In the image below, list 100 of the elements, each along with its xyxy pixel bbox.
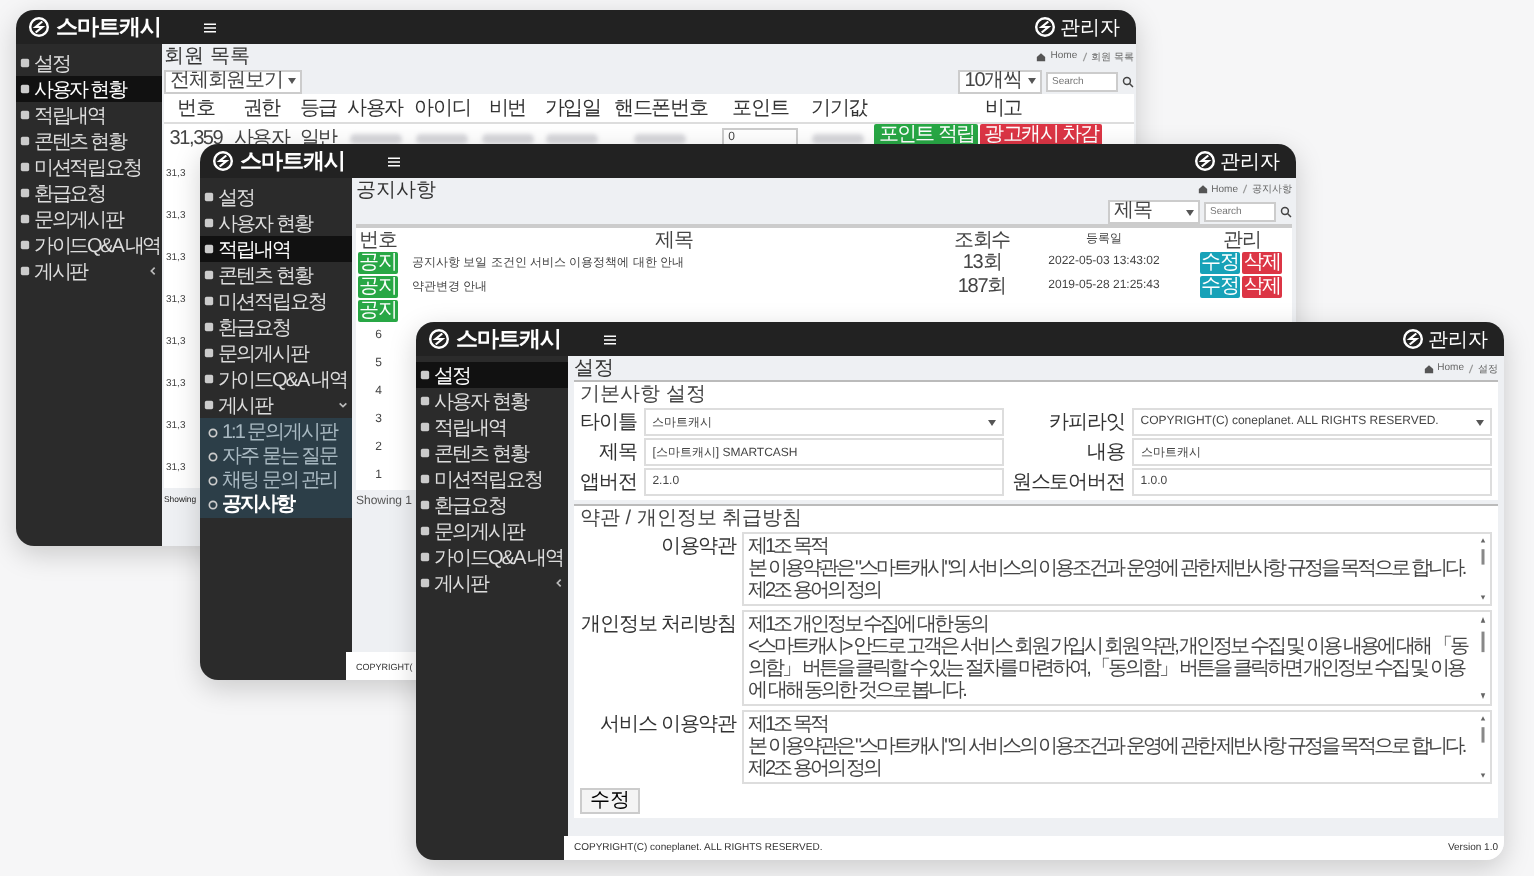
sidebar-item[interactable]: 적립내역 (200, 236, 352, 262)
column-header: 비번 (475, 94, 539, 123)
text-paragraph: 제2조 용어의 정의 (748, 580, 883, 602)
sidebar-item[interactable]: 사용자 현황 (200, 210, 352, 236)
admin-label[interactable]: 관리자 (1428, 325, 1488, 353)
scrollbar-icon (1480, 714, 1486, 780)
blurred-text (812, 133, 865, 143)
sidebar-item[interactable]: 설정 (416, 362, 568, 388)
admin-logo-icon (1194, 150, 1216, 172)
sidebar-item[interactable]: 게시판 (200, 392, 352, 418)
menu-icon[interactable] (388, 155, 400, 167)
sidebar-item[interactable]: 가이드Q&A 내역 (200, 366, 352, 392)
logo-icon (212, 150, 234, 172)
field-label: 제목 (596, 440, 637, 466)
square-icon (420, 552, 430, 562)
save-button[interactable]: 수정 (580, 788, 640, 814)
sidebar-item[interactable]: 가이드Q&A 내역 (416, 544, 568, 570)
caret-icon (1186, 209, 1194, 215)
text-paragraph: <스마트캐시> 안드로 고객은 서비스 회원 가입시 회원 약관, 개인정보 수집 및 이용 내용에 대해 「동의함」 버튼을 클릭할 수 있는 절차를 마련하여, 「동의함」 버튼을 클릭하면 개인정보 수집 및 이용에 대해 동의한 것으로 봅니다. (748, 636, 1470, 702)
sidebar-item[interactable]: 적립내역 (416, 414, 568, 440)
blurred-text (634, 133, 687, 143)
admin-logo-icon (1034, 16, 1056, 38)
column-header: 등급 (295, 94, 342, 123)
sidebar-item[interactable]: 환급요청 (200, 314, 352, 340)
section-heading: 기본사항 설정 (580, 384, 708, 408)
square-icon (204, 400, 214, 410)
page-title: 설정 (574, 356, 614, 382)
field-label: 이용약관 (658, 534, 736, 562)
scrollbar-icon (1480, 614, 1486, 702)
search-type-select[interactable]: 제목 (1108, 200, 1200, 224)
sidebar-item[interactable]: 환급요청 (16, 180, 162, 206)
square-icon (20, 84, 30, 94)
page-size-select[interactable]: 10개씩 (958, 69, 1042, 93)
admin-logo-icon (1402, 328, 1424, 350)
admin-label[interactable]: 관리자 (1060, 13, 1120, 41)
square-icon (20, 266, 30, 276)
submenu-item[interactable]: 1:1 문의게시판 (200, 420, 352, 444)
sidebar-item[interactable]: 게시판 (16, 258, 162, 284)
home-icon (1197, 184, 1208, 194)
home-icon (1036, 51, 1047, 61)
circle-icon (208, 475, 218, 485)
square-icon (20, 136, 30, 146)
menu-icon[interactable] (604, 333, 616, 345)
text-area[interactable]: 제1조 목적 본 이용약관은 "스마트캐시"의 서비스의 이용조건과 운영에 관한 제반사항 규정을 목적으로 합니다. 제2조 용어의 정의 (742, 710, 1492, 784)
column-header: 제목 (653, 227, 695, 253)
action-button[interactable]: 삭제 (1242, 251, 1283, 273)
sidebar-item[interactable]: 미션적립요청 (416, 466, 568, 492)
sidebar-item[interactable]: 미션적립요청 (200, 288, 352, 314)
column-header: 번호 (357, 227, 399, 253)
sidebar-item[interactable]: 문의게시판 (200, 340, 352, 366)
sidebar-item[interactable]: 사용자 현황 (416, 388, 568, 414)
search-icon[interactable] (1122, 75, 1134, 87)
page-title: 회원 목록 (164, 44, 250, 70)
sidebar-item[interactable]: 콘텐츠 현황 (16, 128, 162, 154)
home-icon (1423, 363, 1434, 373)
section-heading: 약관 / 개인정보 취급방침 (580, 508, 805, 532)
circle-icon (208, 427, 218, 437)
sidebar-item[interactable]: 문의게시판 (16, 206, 162, 232)
circle-icon (208, 451, 218, 461)
column-header: 기기값 (805, 94, 873, 123)
sidebar-item[interactable]: 환급요청 (416, 492, 568, 518)
square-icon (204, 192, 214, 202)
app-logo-text: 스마트캐시 (240, 148, 345, 176)
caret-icon (1476, 419, 1484, 425)
column-header: 조회수 (951, 227, 1013, 253)
field-label: 내용 (1084, 440, 1125, 466)
sidebar-item[interactable]: 적립내역 (16, 102, 162, 128)
action-button[interactable]: 삭제 (1242, 275, 1283, 297)
submenu-item[interactable]: 공지사항 (200, 492, 352, 516)
sidebar-item[interactable]: 게시판 (416, 570, 568, 596)
text-paragraph: 제1조 목적 (748, 536, 829, 558)
text-area[interactable]: 제1조 목적 본 이용약관은 "스마트캐시"의 서비스의 이용조건과 운영에 관한 제반사항 규정을 목적으로 합니다. 제2조 용어의 정의 (742, 532, 1492, 606)
square-icon (420, 500, 430, 510)
member-filter-select[interactable]: 전체회원보기 (164, 69, 303, 93)
sidebar-item[interactable]: 콘텐츠 현황 (416, 440, 568, 466)
column-header: 핸드폰번호 (606, 94, 716, 123)
separator-icon (1242, 184, 1248, 194)
blurred-text (416, 133, 469, 143)
square-icon (204, 270, 214, 280)
notice-badge: 공지 (357, 299, 399, 321)
sidebar-item[interactable]: 설정 (16, 50, 162, 76)
caret-icon (1028, 78, 1036, 84)
circle-icon (208, 499, 218, 509)
sidebar-item[interactable]: 설정 (200, 184, 352, 210)
sidebar-item[interactable]: 가이드Q&A 내역 (16, 232, 162, 258)
search-icon[interactable] (1280, 206, 1292, 218)
submenu-item[interactable]: 채팅 문의 관리 (200, 468, 352, 492)
table-cell-text: 187회 (955, 274, 1009, 300)
admin-label[interactable]: 관리자 (1220, 147, 1280, 175)
sidebar-item[interactable]: 문의게시판 (416, 518, 568, 544)
sidebar-item[interactable]: 콘텐츠 현황 (200, 262, 352, 288)
submenu-item[interactable]: 자주 묻는 질문 (200, 444, 352, 468)
sidebar-item[interactable]: 사용자 현황 (16, 76, 162, 102)
text-area[interactable]: 제1조 개인정보 수집에 대한 동의 <스마트캐시> 안드로 고객은 서비스 회원 가입시 회원 약관, 개인정보 수집 및 이용 내용에 대해 「동의함」 버튼을 클릭할 수 있는 절차를 마련하여, 「동의함」 버튼을 클릭하면 개인정보 수집 및 이용에 대해 동의한 것으로 봅니다. (742, 610, 1492, 706)
text-paragraph: 본 이용약관은 "스마트캐시"의 서비스의 이용조건과 운영에 관한 제반사항 규정을 목적으로 합니다. (748, 736, 1468, 758)
menu-icon[interactable] (204, 21, 216, 33)
text-paragraph: 제2조 용어의 정의 (748, 758, 883, 780)
sidebar-item[interactable]: 미션적립요청 (16, 154, 162, 180)
square-icon (204, 218, 214, 228)
field-label: 개인정보 처리방침 (580, 612, 736, 640)
